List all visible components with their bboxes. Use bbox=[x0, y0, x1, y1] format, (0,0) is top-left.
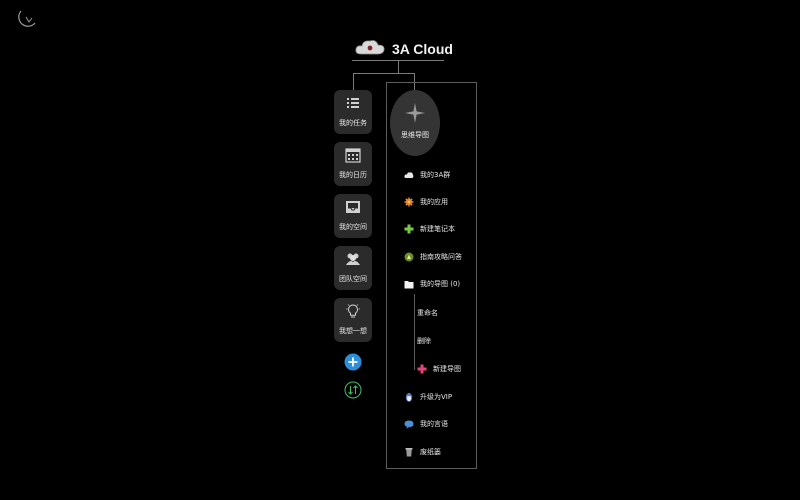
add-button[interactable] bbox=[344, 353, 362, 371]
menu-item-my-groups[interactable]: 我的3A群 bbox=[404, 168, 450, 182]
plus-icon bbox=[404, 224, 414, 234]
cloud-icon bbox=[404, 170, 414, 180]
menu-item-upgrade-vip[interactable]: 升级为VIP bbox=[404, 390, 452, 404]
mindmap-label: 思维导图 bbox=[401, 131, 429, 139]
sort-icon bbox=[344, 381, 362, 399]
connector-line bbox=[398, 61, 399, 73]
calendar-icon bbox=[345, 147, 361, 163]
menu-item-new-mindmap[interactable]: 新建导图 bbox=[417, 362, 461, 376]
submenu-guide-line bbox=[414, 294, 415, 370]
app-logo-icon[interactable] bbox=[14, 8, 38, 30]
menu-item-label: 升级为VIP bbox=[420, 393, 453, 401]
plus-icon bbox=[417, 364, 427, 374]
mindmap-button[interactable]: 思维导图 bbox=[390, 90, 440, 156]
sidebar-item-label: 我的空间 bbox=[339, 223, 367, 231]
cloud-logo-icon bbox=[354, 37, 386, 61]
list-icon bbox=[345, 95, 361, 111]
menu-item-label: 删除 bbox=[417, 337, 431, 345]
trash-icon bbox=[404, 447, 414, 457]
menu-item-label: 我的导图 (0) bbox=[420, 280, 461, 288]
menu-item-label: 新建导图 bbox=[433, 365, 461, 373]
menu-item-trash[interactable]: 废纸篓 bbox=[404, 445, 441, 459]
sidebar-item-label: 我想一想 bbox=[339, 327, 367, 335]
folder-icon bbox=[404, 279, 414, 289]
team-icon bbox=[345, 251, 361, 267]
menu-item-label: 指南攻略问答 bbox=[420, 253, 462, 261]
sidebar-item-label: 我的日历 bbox=[339, 171, 367, 179]
sparkle-icon bbox=[405, 103, 425, 123]
menu-item-label: 我的3A群 bbox=[420, 171, 451, 179]
menu-item-rename[interactable]: 重命名 bbox=[417, 306, 438, 320]
menu-item-label: 我的言语 bbox=[420, 420, 448, 428]
sidebar-item-label: 我的任务 bbox=[339, 119, 367, 127]
sidebar-item-tasks[interactable]: 我的任务 bbox=[334, 90, 372, 134]
menu-item-new-notebook[interactable]: 新建笔记本 bbox=[404, 222, 455, 236]
sidebar-item-space[interactable]: 我的空间 bbox=[334, 194, 372, 238]
app-title: 3A Cloud bbox=[392, 41, 453, 57]
lightbulb-icon bbox=[345, 303, 361, 319]
menu-item-label: 重命名 bbox=[417, 309, 438, 317]
sort-button[interactable] bbox=[344, 381, 362, 399]
plus-circle-icon bbox=[344, 353, 362, 371]
menu-item-label: 废纸篓 bbox=[420, 448, 441, 456]
gear-icon bbox=[404, 197, 414, 207]
menu-item-my-words[interactable]: 我的言语 bbox=[404, 417, 448, 431]
menu-item-my-mindmaps[interactable]: 我的导图 (0) bbox=[404, 277, 460, 291]
guide-icon bbox=[404, 252, 414, 262]
menu-item-delete[interactable]: 删除 bbox=[417, 334, 431, 348]
sidebar-item-label: 团队空间 bbox=[339, 275, 367, 283]
app-header: 3A Cloud bbox=[354, 38, 453, 60]
connector-line bbox=[353, 73, 354, 90]
menu-item-guide[interactable]: 指南攻略问答 bbox=[404, 250, 462, 264]
speech-bubble-icon bbox=[404, 419, 414, 429]
menu-item-my-apps[interactable]: 我的应用 bbox=[404, 195, 448, 209]
penguin-icon bbox=[404, 392, 414, 402]
connector-line bbox=[353, 73, 414, 74]
menu-item-label: 我的应用 bbox=[420, 198, 448, 206]
menu-item-label: 新建笔记本 bbox=[420, 225, 455, 233]
sidebar-item-team[interactable]: 团队空间 bbox=[334, 246, 372, 290]
inbox-icon bbox=[345, 199, 361, 215]
sidebar-item-think[interactable]: 我想一想 bbox=[334, 298, 372, 342]
sidebar-item-calendar[interactable]: 我的日历 bbox=[334, 142, 372, 186]
